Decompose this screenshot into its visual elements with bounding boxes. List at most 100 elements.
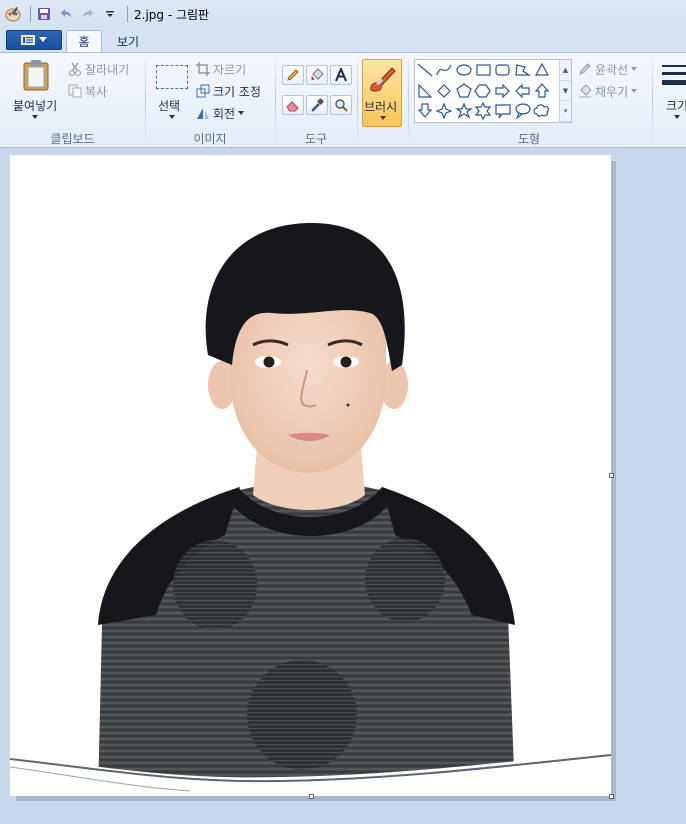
image-group-label: 이미지 bbox=[193, 132, 227, 146]
cut-label: 잘라내기 bbox=[85, 62, 130, 77]
copy-button[interactable]: 복사 bbox=[68, 81, 107, 101]
five-point-star-shape-icon bbox=[455, 102, 473, 119]
outline-button[interactable]: 윤곽선 bbox=[578, 59, 638, 79]
chevron-down-icon bbox=[674, 115, 680, 119]
line-shape-icon bbox=[417, 63, 433, 77]
triangle-shape-icon bbox=[534, 62, 550, 76]
expand-gallery-icon: ▾ bbox=[560, 101, 571, 123]
file-menu-icon bbox=[21, 35, 35, 45]
resize-button[interactable]: 크기 조정 bbox=[196, 81, 261, 101]
chevron-down-icon bbox=[39, 37, 47, 42]
right-triangle-shape-icon bbox=[418, 83, 433, 98]
paste-label: 붙여넣기 bbox=[13, 99, 58, 113]
clipboard-group: 붙여넣기 잘라내기 복사 클립보드 bbox=[0, 53, 145, 149]
brushes-button[interactable]: 브러시 bbox=[362, 59, 402, 127]
chevron-down-icon bbox=[631, 67, 638, 71]
group-separator bbox=[652, 59, 653, 143]
window-title: 2.jpg - 그림판 bbox=[134, 7, 210, 22]
four-point-star-shape-icon bbox=[435, 102, 453, 120]
rounded-callout-shape-icon bbox=[495, 104, 511, 119]
size-label: 크기 bbox=[666, 99, 686, 113]
cut-button[interactable]: 잘라내기 bbox=[68, 59, 129, 79]
resize-handle-corner[interactable] bbox=[609, 794, 614, 799]
chevron-down-icon bbox=[32, 115, 38, 119]
select-button[interactable]: 선택 bbox=[152, 59, 192, 127]
down-arrow-shape-icon bbox=[417, 103, 433, 118]
oval-shape-icon bbox=[456, 64, 472, 76]
resize-icon bbox=[196, 84, 210, 98]
scroll-up-icon: ▲ bbox=[560, 60, 571, 81]
copy-label: 복사 bbox=[85, 84, 108, 99]
copy-icon bbox=[68, 84, 82, 98]
select-icon bbox=[156, 65, 188, 89]
fill-button[interactable]: 채우기 bbox=[578, 81, 638, 101]
magnifier-icon[interactable] bbox=[330, 95, 352, 115]
tab-view[interactable]: 보기 bbox=[108, 30, 148, 52]
pencil-icon[interactable] bbox=[282, 65, 304, 85]
shapes-group-label: 도형 bbox=[517, 132, 541, 146]
crop-icon bbox=[196, 62, 210, 76]
crop-button[interactable]: 자르기 bbox=[196, 59, 246, 79]
select-label: 선택 bbox=[158, 99, 181, 113]
line-width-icon bbox=[662, 65, 686, 85]
customize-dropdown-icon[interactable] bbox=[101, 5, 119, 23]
tab-home[interactable]: 홈 bbox=[66, 30, 102, 52]
hexagon-shape-icon bbox=[474, 84, 491, 98]
title-separator bbox=[30, 6, 31, 22]
paste-button[interactable]: 붙여넣기 bbox=[8, 57, 64, 127]
cloud-callout-shape-icon bbox=[533, 104, 550, 117]
pentagon-shape-icon bbox=[456, 83, 472, 98]
title-bar: 2.jpg - 그림판 bbox=[0, 0, 686, 28]
scroll-down-icon: ▼ bbox=[560, 81, 571, 102]
rotate-label: 회전 bbox=[213, 106, 236, 121]
image-group: 선택 자르기 크기 조정 회전 이미지 bbox=[146, 53, 274, 149]
eraser-icon[interactable] bbox=[282, 95, 304, 115]
rounded-rectangle-shape-icon bbox=[495, 64, 510, 76]
ribbon: 붙여넣기 잘라내기 복사 클립보드 선택 자르기 크기 조정 회전 이미지 도구… bbox=[0, 52, 686, 148]
six-point-star-shape-icon bbox=[474, 101, 492, 121]
scissors-icon bbox=[69, 62, 81, 76]
paint-app-icon[interactable] bbox=[4, 5, 22, 23]
resize-handle-right[interactable] bbox=[609, 473, 614, 478]
oval-callout-shape-icon bbox=[515, 103, 531, 120]
save-icon[interactable] bbox=[35, 5, 53, 23]
clipboard-icon bbox=[23, 60, 49, 91]
rectangle-shape-icon bbox=[476, 64, 491, 76]
chevron-down-icon bbox=[169, 115, 175, 119]
chevron-down-icon bbox=[631, 89, 638, 93]
diamond-shape-icon bbox=[437, 84, 451, 98]
image-canvas[interactable] bbox=[10, 155, 611, 796]
title-separator bbox=[127, 6, 128, 22]
text-tool-icon[interactable] bbox=[330, 65, 352, 85]
clipboard-group-label: 클립보드 bbox=[50, 132, 95, 146]
crop-label: 자르기 bbox=[213, 62, 247, 77]
resize-label: 크기 조정 bbox=[213, 84, 261, 99]
fill-label: 채우기 bbox=[595, 84, 629, 99]
chevron-down-icon bbox=[380, 116, 386, 120]
up-arrow-shape-icon bbox=[534, 83, 550, 98]
polygon-shape-icon bbox=[515, 64, 531, 76]
resize-handle-bottom[interactable] bbox=[309, 794, 314, 799]
rotate-button[interactable]: 회전 bbox=[196, 103, 245, 123]
color-picker-icon[interactable] bbox=[306, 95, 328, 115]
fill-icon bbox=[579, 84, 592, 98]
ribbon-tabs: 홈 보기 bbox=[0, 28, 686, 52]
fill-bucket-icon[interactable] bbox=[306, 65, 328, 85]
left-arrow-shape-icon bbox=[515, 83, 530, 99]
brush-icon bbox=[370, 67, 396, 92]
shapes-grid bbox=[417, 62, 550, 121]
size-button[interactable]: 크기 bbox=[658, 59, 686, 129]
file-menu-button[interactable] bbox=[6, 30, 62, 50]
right-arrow-shape-icon bbox=[495, 83, 510, 99]
outline-label: 윤곽선 bbox=[595, 62, 629, 77]
redo-icon[interactable] bbox=[79, 5, 97, 23]
rotate-icon bbox=[197, 108, 209, 119]
portrait-photo bbox=[10, 222, 611, 796]
chevron-down-icon bbox=[238, 111, 245, 115]
shapes-gallery[interactable]: ▲ ▼ ▾ bbox=[414, 59, 572, 123]
curve-shape-icon bbox=[436, 64, 452, 76]
undo-icon[interactable] bbox=[57, 5, 75, 23]
brushes-label: 브러시 bbox=[364, 100, 398, 114]
shapes-gallery-scroll[interactable]: ▲ ▼ ▾ bbox=[559, 60, 571, 123]
tools-group: 도구 bbox=[276, 53, 356, 149]
